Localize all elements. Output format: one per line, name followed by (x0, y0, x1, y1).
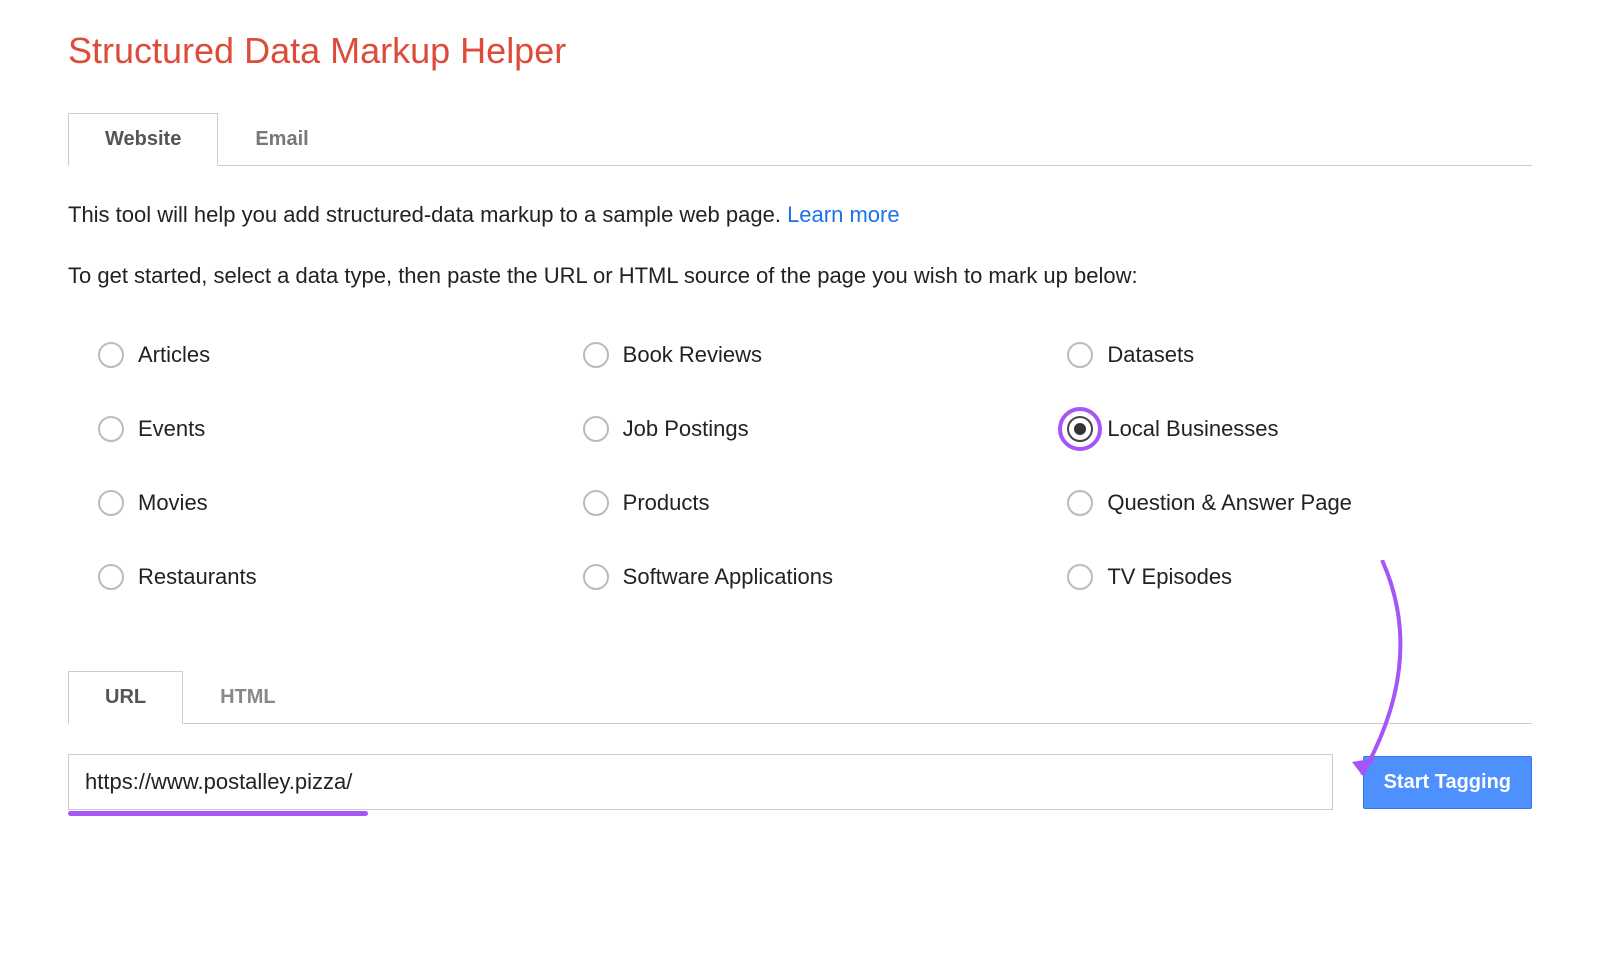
input-row: Start Tagging (68, 754, 1532, 810)
radio-movies[interactable]: Movies (98, 490, 563, 516)
radio-local-businesses[interactable]: Local Businesses (1067, 416, 1532, 442)
radio-label: Datasets (1107, 342, 1194, 368)
radio-tv-episodes[interactable]: TV Episodes (1067, 564, 1532, 590)
radio-qa-page[interactable]: Question & Answer Page (1067, 490, 1532, 516)
radio-icon (98, 490, 124, 516)
radio-products[interactable]: Products (583, 490, 1048, 516)
learn-more-link[interactable]: Learn more (787, 202, 900, 227)
radio-label: Job Postings (623, 416, 749, 442)
tab-html[interactable]: HTML (183, 671, 313, 724)
main-tab-bar: Website Email (68, 112, 1532, 166)
page-title: Structured Data Markup Helper (68, 30, 1532, 72)
radio-articles[interactable]: Articles (98, 342, 563, 368)
radio-icon (1067, 490, 1093, 516)
radio-icon (583, 564, 609, 590)
radio-job-postings[interactable]: Job Postings (583, 416, 1048, 442)
radio-icon (583, 416, 609, 442)
radio-label: Software Applications (623, 564, 833, 590)
radio-software-apps[interactable]: Software Applications (583, 564, 1048, 590)
radio-label: Restaurants (138, 564, 257, 590)
radio-label: Book Reviews (623, 342, 762, 368)
radio-label: Articles (138, 342, 210, 368)
radio-datasets[interactable]: Datasets (1067, 342, 1532, 368)
radio-label: Local Businesses (1107, 416, 1278, 442)
radio-icon (98, 342, 124, 368)
url-section: URL HTML Start Tagging (68, 670, 1532, 810)
radio-icon (1067, 342, 1093, 368)
radio-icon (583, 342, 609, 368)
radio-label: TV Episodes (1107, 564, 1232, 590)
start-tagging-button[interactable]: Start Tagging (1363, 756, 1532, 809)
data-type-grid: Articles Book Reviews Datasets Events Jo… (98, 342, 1532, 590)
radio-icon (98, 416, 124, 442)
tab-url[interactable]: URL (68, 671, 183, 724)
radio-label: Products (623, 490, 710, 516)
radio-icon (1067, 416, 1093, 442)
radio-book-reviews[interactable]: Book Reviews (583, 342, 1048, 368)
intro-text: This tool will help you add structured-d… (68, 198, 1532, 231)
radio-restaurants[interactable]: Restaurants (98, 564, 563, 590)
radio-icon (1067, 564, 1093, 590)
radio-icon (98, 564, 124, 590)
intro-prefix: This tool will help you add structured-d… (68, 202, 787, 227)
instruction-text: To get started, select a data type, then… (68, 259, 1532, 292)
tab-website[interactable]: Website (68, 113, 218, 166)
radio-label: Movies (138, 490, 208, 516)
radio-label: Question & Answer Page (1107, 490, 1352, 516)
radio-icon (583, 490, 609, 516)
tab-email[interactable]: Email (218, 113, 345, 166)
url-underline-annotation (68, 811, 368, 816)
radio-label: Events (138, 416, 205, 442)
url-input[interactable] (68, 754, 1333, 810)
url-tab-bar: URL HTML (68, 670, 1532, 724)
radio-events[interactable]: Events (98, 416, 563, 442)
